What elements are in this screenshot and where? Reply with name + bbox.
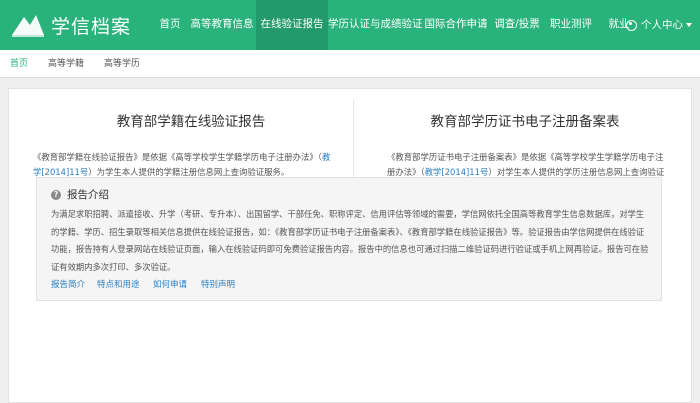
left-panel-description: 《教育部学籍在线验证报告》是依据《高等学校学生学籍学历电子注册办法》（教学[20… <box>33 150 333 180</box>
intro-header: ? 报告介绍 <box>51 187 109 202</box>
left-desc-text-pre: 《教育部学籍在线验证报告》是依据《高等学校学生学籍学历电子注册办法》（ <box>33 152 322 162</box>
subnav-item-degree[interactable]: 高等学历 <box>104 50 140 78</box>
right-panel-title: 教育部学历证书电子注册备案表 <box>430 114 620 130</box>
nav-item-international[interactable]: 国际合作申请 <box>420 0 492 50</box>
left-desc-text-post: ）为学生本人提供的学籍注册信息网上查询验证服务。 <box>88 167 290 177</box>
user-center-label: 个人中心 <box>641 19 683 31</box>
book-logo-icon <box>12 15 44 37</box>
chevron-down-icon <box>686 23 692 27</box>
left-panel-title: 教育部学籍在线验证报告 <box>116 114 266 130</box>
subnav-item-home[interactable]: 首页 <box>10 50 28 78</box>
report-intro: ? 报告介绍 为满足求职招聘、派遣接收、升学（考研、专升本）、出国留学、干部任免… <box>36 177 662 301</box>
top-navbar: 学信档案 首页 高等教育信息 在线验证报告 学历认证与成绩验证 国际合作申请 调… <box>0 0 700 50</box>
intro-text: 为满足求职招聘、派遣接收、升学（考研、专升本）、出国留学、干部任免、职称评定、信… <box>51 209 649 272</box>
sub-nav: 首页 高等学籍 高等学历 <box>0 50 700 78</box>
site-logo[interactable]: 学信档案 <box>10 9 131 41</box>
question-icon: ? <box>51 189 61 200</box>
intro-link-features[interactable]: 特点和用途 <box>97 278 140 290</box>
subnav-item-enrollment[interactable]: 高等学籍 <box>48 50 84 78</box>
nav-item-degree-certification[interactable]: 学历认证与成绩验证 <box>328 0 423 50</box>
nav-item-career-test[interactable]: 职业测评 <box>542 0 600 50</box>
intro-link-how-to-apply[interactable]: 如何申请 <box>153 278 187 290</box>
right-desc-link[interactable]: 教学[2014]11号 <box>425 167 489 177</box>
nav-item-higher-education[interactable]: 高等教育信息 <box>188 0 256 50</box>
nav-item-survey[interactable]: 调查/投票 <box>492 0 542 50</box>
user-center-menu[interactable]: 个人中心 <box>626 0 692 50</box>
nav-item-home[interactable]: 首页 <box>152 0 188 50</box>
intro-link-statement[interactable]: 特别声明 <box>201 278 235 290</box>
intro-link-summary[interactable]: 报告简介 <box>51 278 85 290</box>
intro-title: 报告介绍 <box>67 189 109 201</box>
nav-item-online-verification[interactable]: 在线验证报告 <box>256 0 328 50</box>
user-icon <box>626 19 637 31</box>
brand-name: 学信档案 <box>51 15 132 38</box>
